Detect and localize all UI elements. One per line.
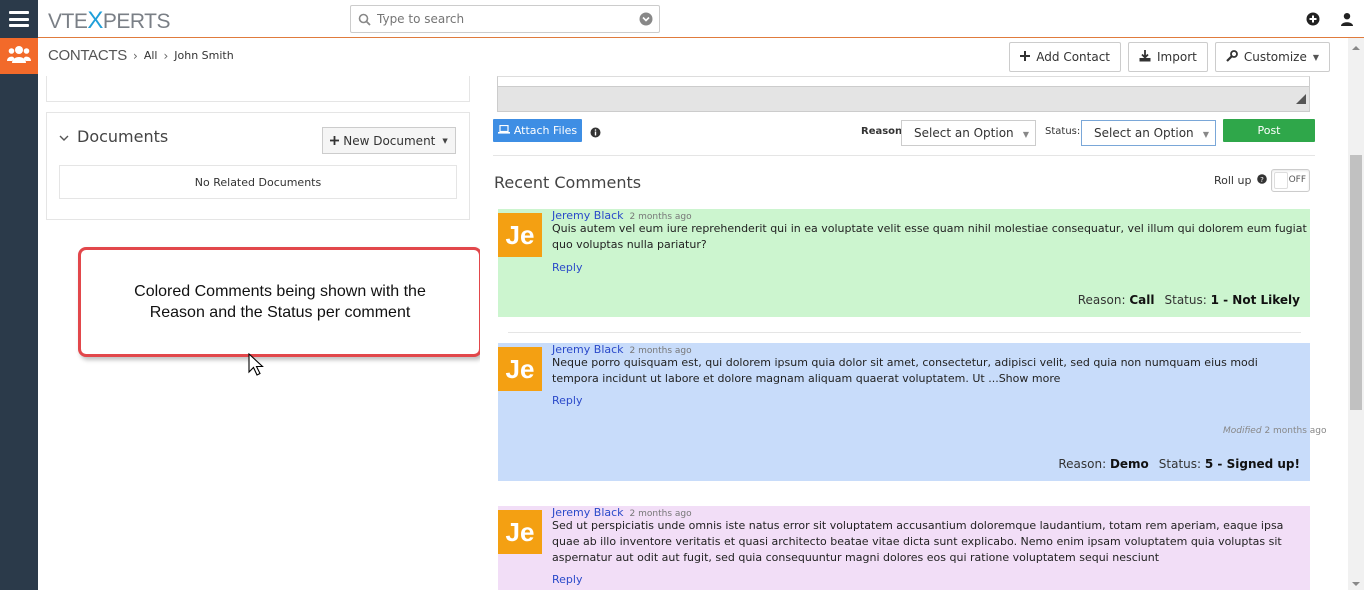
reply-link[interactable]: Reply (552, 394, 582, 407)
avatar: Je (498, 213, 542, 257)
comment-reason: Demo (1109, 457, 1149, 471)
modified-note: Modified 2 months ago (1223, 426, 1327, 436)
comment-meta: Reason: Demo Status: 5 - Signed up! (1058, 457, 1300, 471)
global-search[interactable] (350, 5, 660, 33)
comment-reason: Call (1129, 293, 1155, 307)
status-label: Status: (1045, 126, 1081, 137)
reply-link[interactable]: Reply (552, 573, 582, 586)
comment-status: 1 - Not Likely (1210, 293, 1300, 307)
breadcrumb-filter[interactable]: All (144, 49, 158, 62)
summary-panel-bottom (46, 76, 470, 102)
import-button[interactable]: Import (1128, 42, 1208, 72)
laptop-icon (497, 124, 510, 137)
scroll-up-arrow-icon[interactable] (1348, 40, 1364, 54)
no-documents-message: No Related Documents (59, 165, 457, 199)
avatar: Je (498, 347, 542, 391)
download-icon (1139, 49, 1151, 65)
wrench-icon (1226, 49, 1238, 65)
chevron-down-icon[interactable] (59, 127, 69, 146)
chevron-down-circle-icon[interactable] (633, 12, 659, 26)
breadcrumb: CONTACTS › All › John Smith (48, 47, 234, 64)
comment-card: Je Jeremy Black 2 months ago Sed ut pers… (498, 506, 1310, 590)
breadcrumb-record: John Smith (174, 49, 234, 62)
search-icon (351, 13, 377, 26)
menu-button[interactable] (0, 0, 38, 38)
add-contact-button[interactable]: Add Contact (1009, 42, 1122, 72)
customize-button[interactable]: Customize ▼ (1214, 42, 1330, 72)
scrollbar-thumb[interactable] (1350, 155, 1362, 410)
chevron-right-icon: › (133, 48, 138, 63)
reason-label: Reason: (861, 126, 907, 137)
new-document-button[interactable]: New Document ▼ (322, 127, 456, 154)
caret-down-icon: ▼ (442, 136, 448, 145)
reason-select[interactable]: Select an Option ▼ (901, 120, 1036, 146)
left-nav (0, 38, 38, 590)
logo[interactable]: VTEXPERTS (48, 7, 171, 35)
rollup-label: Roll up ? (1214, 174, 1268, 187)
scroll-down-arrow-icon[interactable] (1348, 576, 1364, 590)
annotation-callout: Colored Comments being shown with the Re… (78, 247, 482, 357)
divider (493, 155, 1315, 156)
comment-text: Sed ut perspiciatis unde omnis iste natu… (552, 519, 1284, 564)
reply-link[interactable]: Reply (552, 261, 582, 274)
comment-textarea[interactable] (497, 76, 1310, 112)
mouse-cursor-icon (248, 352, 268, 381)
caret-down-icon: ▼ (1022, 130, 1029, 139)
comment-separator (508, 332, 1301, 333)
top-header: VTEXPERTS (0, 0, 1364, 38)
svg-text:?: ? (1261, 176, 1265, 184)
callout-text: Colored Comments being shown with the Re… (134, 283, 426, 321)
comment-text: Quis autem vel eum iure reprehenderit qu… (552, 222, 1307, 251)
chevron-right-icon: › (163, 48, 169, 63)
comment-status: 5 - Signed up! (1204, 457, 1300, 471)
help-icon[interactable]: ? (1257, 174, 1268, 187)
post-button[interactable]: Post (1223, 119, 1315, 142)
comment-card: Je Jeremy Black 2 months ago Quis autem … (498, 209, 1310, 317)
plus-icon (1020, 50, 1031, 64)
caret-down-icon: ▼ (1202, 130, 1209, 139)
rollup-toggle[interactable]: OFF (1271, 169, 1310, 192)
resize-handle-icon[interactable] (1296, 89, 1306, 108)
documents-panel: Documents New Document ▼ No Related Docu… (46, 112, 470, 220)
avatar: Je (498, 510, 542, 554)
breadcrumb-module[interactable]: CONTACTS (48, 47, 127, 64)
comment-text: Neque porro quisquam est, qui dolorem ip… (552, 356, 1258, 385)
user-icon[interactable] (1340, 11, 1354, 30)
search-input[interactable] (377, 12, 633, 26)
status-select[interactable]: Select an Option ▼ (1081, 120, 1216, 146)
attach-files-button[interactable]: Attach Files (493, 119, 582, 142)
contacts-module-button[interactable] (0, 38, 38, 74)
users-icon (7, 45, 31, 67)
recent-comments-title: Recent Comments (494, 173, 642, 192)
breadcrumb-bar: CONTACTS › All › John Smith Add Contact … (38, 38, 1348, 76)
plus-icon (330, 134, 340, 148)
plus-circle-icon[interactable] (1306, 11, 1320, 30)
menu-icon (9, 11, 29, 27)
comment-card: Je Jeremy Black 2 months ago Neque porro… (498, 343, 1310, 481)
documents-title: Documents (77, 127, 169, 146)
comment-meta: Reason: Call Status: 1 - Not Likely (1077, 293, 1300, 307)
caret-down-icon: ▼ (1312, 52, 1319, 62)
info-icon[interactable] (590, 123, 601, 142)
